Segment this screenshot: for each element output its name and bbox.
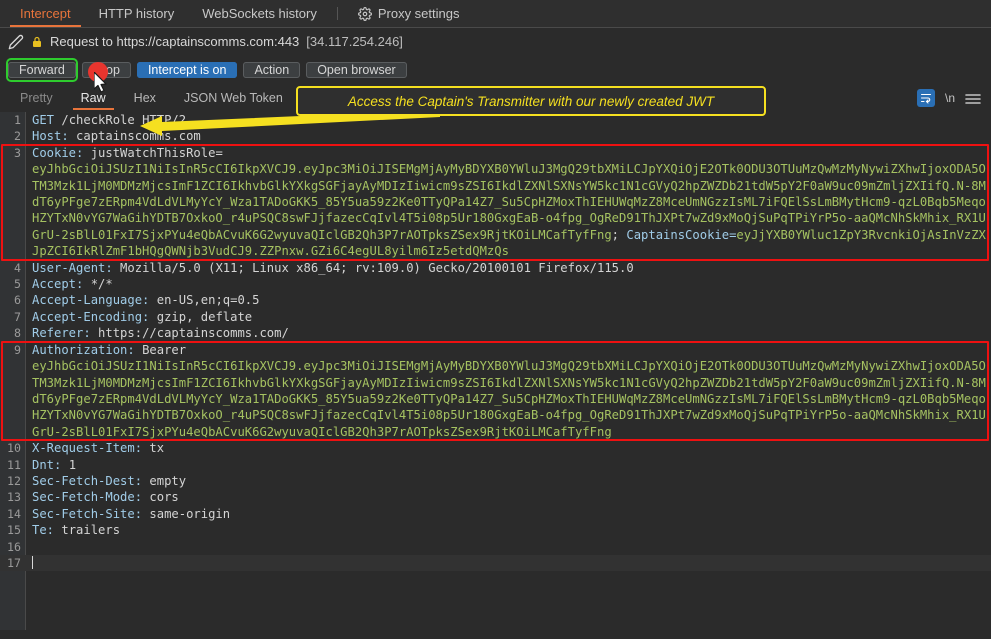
intercept-toggle-wrapper[interactable]: Intercept is on <box>136 60 238 80</box>
request-line: 12 Sec-Fetch-Dest: empty <box>0 473 991 489</box>
request-url-text: Request to https://captainscomms.com:443 <box>50 34 300 49</box>
pencil-icon <box>8 34 24 50</box>
newline-icon[interactable]: \n <box>945 91 955 105</box>
tab-websockets-history-label: WebSockets history <box>202 6 317 21</box>
tab-json-web-token-label: JSON Web Token <box>183 91 283 105</box>
line-text: Accept: */* <box>32 277 113 292</box>
request-url-bar: Request to https://captainscomms.com:443… <box>0 28 991 55</box>
line-number: 5 <box>14 277 21 292</box>
word-wrap-icon[interactable] <box>916 89 935 107</box>
request-line: 17 <box>0 554 991 572</box>
line-number: 2 <box>14 129 21 144</box>
open-browser-button-wrapper[interactable]: Open browser <box>306 60 407 80</box>
line-number: 11 <box>7 457 21 472</box>
intercept-action-bar: Forward Drop Intercept is on Action Open… <box>0 55 991 84</box>
line-text: User-Agent: Mozilla/5.0 (X11; Linux x86_… <box>32 260 634 275</box>
line-text <box>25 555 991 571</box>
request-line: 15 Te: trailers <box>0 522 991 538</box>
request-line: 16 <box>0 539 991 555</box>
tab-pretty-label: Pretty <box>20 91 53 105</box>
forward-button-wrapper[interactable]: Forward <box>6 57 78 82</box>
tab-websockets-history[interactable]: WebSockets history <box>188 0 331 27</box>
line-number: 4 <box>14 260 21 275</box>
lock-icon <box>31 35 43 49</box>
intercept-toggle-button[interactable]: Intercept is on <box>136 61 238 78</box>
mouse-cursor-icon <box>94 72 107 93</box>
line-number: 14 <box>7 506 21 521</box>
line-number: 12 <box>7 473 21 488</box>
line-number: 3 <box>14 145 21 160</box>
annotation-callout: Access the Captain's Transmitter with ou… <box>296 86 766 116</box>
request-line: 10 X-Request-Item: tx <box>0 440 991 456</box>
line-text: Accept-Language: en-US,en;q=0.5 <box>32 293 260 308</box>
request-line: 3 Cookie: justWatchThisRole= eyJhbGciOiJSU… <box>0 145 991 260</box>
raw-request-editor[interactable]: 1 GET /checkRole HTTP/2 2 Host: captainscom… <box>0 112 991 630</box>
request-line: 4 User-Agent: Mozilla/5.0 (X11; Linux x86… <box>0 260 991 276</box>
line-text: Te: trailers <box>32 523 121 538</box>
request-line: 7 Accept-Encoding: gzip, deflate <box>0 309 991 325</box>
tab-http-history[interactable]: HTTP history <box>85 0 189 27</box>
line-text: Accept-Encoding: gzip, deflate <box>32 309 253 324</box>
action-button-wrapper[interactable]: Action <box>243 60 301 80</box>
line-text: Authorization: Bearer eyJhbGciOiJSUzI1NiI… <box>32 342 986 439</box>
line-number: 15 <box>7 523 21 538</box>
tab-proxy-settings-label: Proxy settings <box>377 6 460 21</box>
tab-http-history-label: HTTP history <box>98 6 175 21</box>
text-caret <box>32 555 33 569</box>
action-button[interactable]: Action <box>243 61 301 78</box>
line-number: 7 <box>14 309 21 324</box>
request-line: 6 Accept-Language: en-US,en;q=0.5 <box>0 292 991 308</box>
line-number: 8 <box>14 326 21 341</box>
line-text: Sec-Fetch-Site: same-origin <box>32 506 231 521</box>
line-text: Sec-Fetch-Mode: cors <box>32 490 179 505</box>
tab-hex-label: Hex <box>133 91 156 105</box>
tab-proxy-settings[interactable]: Proxy settings <box>344 0 474 27</box>
request-ip-address: [34.117.254.246] <box>306 34 403 49</box>
line-number: 9 <box>14 342 21 357</box>
tab-pretty[interactable]: Pretty <box>6 84 67 112</box>
line-text: Referer: https://captainscomms.com/ <box>32 326 289 341</box>
tab-intercept[interactable]: Intercept <box>6 0 85 27</box>
line-text: X-Request-Item: tx <box>32 441 165 456</box>
line-number: 1 <box>14 113 21 127</box>
line-text: Cookie: justWatchThisRole= eyJhbGciOiJSUz… <box>32 145 986 259</box>
editor-toolbar: \n <box>916 84 991 112</box>
request-line: 8 Referer: https://captainscomms.com/ <box>0 325 991 341</box>
line-text: Dnt: 1 <box>32 457 77 472</box>
request-line: 14 Sec-Fetch-Site: same-origin <box>0 506 991 522</box>
tab-hex[interactable]: Hex <box>120 84 170 112</box>
line-number: 16 <box>7 539 21 554</box>
tab-intercept-label: Intercept <box>20 6 71 21</box>
hamburger-menu-icon[interactable] <box>965 92 981 104</box>
line-number: 10 <box>7 441 21 456</box>
request-line: 11 Dnt: 1 <box>0 457 991 473</box>
tab-separator <box>336 7 338 20</box>
line-number: 13 <box>7 490 21 505</box>
request-line: 9 Authorization: Bearer eyJhbGciOiJSUzI1Ni… <box>0 342 991 440</box>
open-browser-button[interactable]: Open browser <box>306 61 407 78</box>
tab-json-web-token[interactable]: JSON Web Token <box>170 84 297 112</box>
proxy-tab-bar: Intercept HTTP history WebSockets histor… <box>0 0 991 28</box>
request-line: 2 Host: captainscomms.com <box>0 128 991 144</box>
line-number: 6 <box>14 293 21 308</box>
request-line: 13 Sec-Fetch-Mode: cors <box>0 489 991 505</box>
annotation-text: Access the Captain's Transmitter with ou… <box>347 93 715 109</box>
forward-button[interactable]: Forward <box>8 61 76 78</box>
request-lines: 1 GET /checkRole HTTP/2 2 Host: captainscom… <box>0 112 991 572</box>
line-number: 17 <box>7 555 21 570</box>
line-text: Host: captainscomms.com <box>32 129 201 144</box>
line-text: Sec-Fetch-Dest: empty <box>32 473 187 488</box>
gear-icon <box>357 6 372 21</box>
request-line: 5 Accept: */* <box>0 276 991 292</box>
